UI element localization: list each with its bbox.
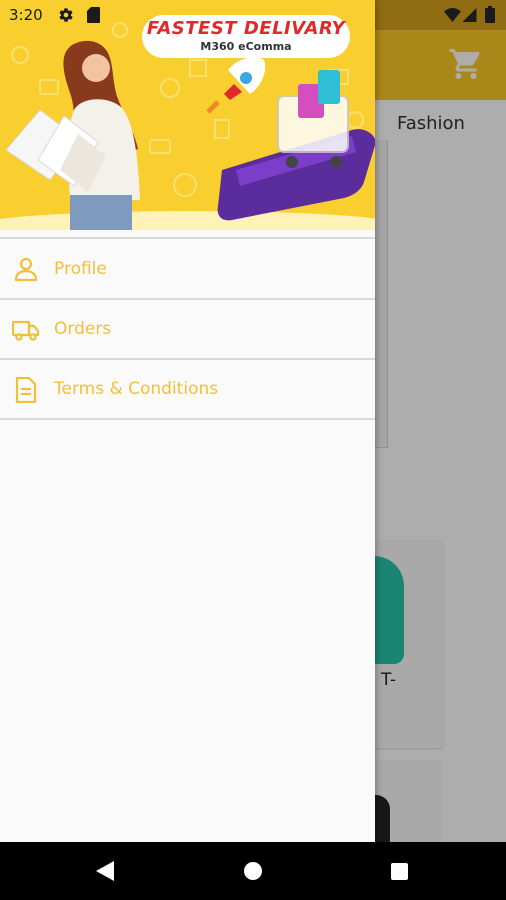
battery-icon xyxy=(485,6,495,23)
navigation-drawer: FASTEST DELIVARY M360 eComma Profile Ord… xyxy=(0,0,375,842)
menu-item-label: Terms & Conditions xyxy=(54,379,219,399)
status-bar: 3:20 xyxy=(0,0,506,30)
menu-item-orders[interactable]: Orders xyxy=(0,300,375,360)
recents-icon[interactable] xyxy=(391,863,408,880)
status-time: 3:20 xyxy=(9,6,43,24)
divider xyxy=(0,237,375,239)
banner-subtitle: M360 eComma xyxy=(200,40,292,53)
menu-item-label: Profile xyxy=(54,259,107,279)
document-icon xyxy=(15,377,37,403)
drawer-header-banner: FASTEST DELIVARY M360 eComma xyxy=(0,0,375,230)
sd-card-icon xyxy=(87,7,100,23)
menu-item-label: Orders xyxy=(54,319,112,339)
signal-icon xyxy=(462,8,477,22)
home-icon[interactable] xyxy=(244,862,262,880)
menu-item-terms-conditions[interactable]: Terms & Conditions xyxy=(0,360,375,420)
settings-icon xyxy=(59,8,73,22)
menu-item-profile[interactable]: Profile xyxy=(0,240,375,300)
person-icon xyxy=(14,257,38,282)
back-icon[interactable] xyxy=(96,861,114,881)
truck-icon xyxy=(12,320,40,341)
wifi-icon xyxy=(444,8,461,22)
system-nav-bar xyxy=(0,842,506,900)
